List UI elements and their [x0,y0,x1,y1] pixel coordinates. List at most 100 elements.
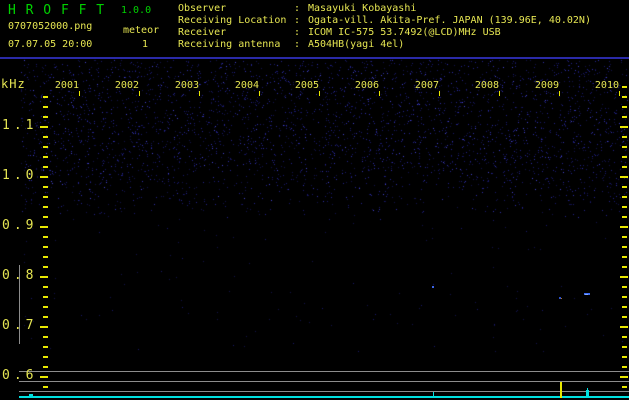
signal-spike [433,392,434,398]
hrofft-screen: H R O F F T 1.0.0 0707052000.png meteor … [0,0,629,400]
y-axis-minor-tick-left [43,206,48,208]
image-count: 1 [142,39,149,50]
x-axis-tick-label: 2002 [114,80,139,91]
x-axis-tick-mark [199,91,200,96]
y-axis-tick-label: 1.1 [2,118,38,133]
y-axis-minor-tick-left [43,96,48,98]
y-axis-minor-tick-left [43,166,48,168]
y-axis-minor-tick-left [43,196,48,198]
y-axis-minor-tick-left [43,356,48,358]
y-axis-minor-tick-right [622,216,627,218]
info-label: Receiving Location [178,15,287,26]
y-axis-minor-tick-left [43,266,48,268]
x-axis-tick-label: 2001 [54,80,79,91]
y-axis-minor-tick-right [622,346,627,348]
y-axis-major-tick-left [40,126,48,128]
y-axis-minor-tick-left [43,346,48,348]
y-axis-minor-tick-left [43,336,48,338]
y-axis-minor-tick-left [43,186,48,188]
signal-spike [587,388,588,398]
x-axis-tick-mark [499,91,500,96]
info-value: A504HB(yagi 4el) [308,39,405,50]
khz-axis-label: kHz [1,77,26,91]
x-axis-tick-label: 2003 [174,80,199,91]
y-axis-major-tick-right [620,226,628,228]
y-axis-major-tick-right [620,376,628,378]
y-axis-minor-tick-left [43,306,48,308]
y-axis-minor-tick-left [43,286,48,288]
station-info-row-observer: Observer: Masayuki Kobayashi [178,3,591,15]
y-axis-minor-tick-right [622,166,627,168]
y-axis-minor-tick-right [622,256,627,258]
x-axis-tick-mark [379,91,380,96]
info-label: Receiving antenna [178,39,281,50]
info-separator: : [294,27,301,38]
x-axis-tick-mark [619,91,620,96]
y-axis-major-tick-left [40,326,48,328]
mode-label: meteor [123,25,160,36]
y-axis-minor-tick-right [622,266,627,268]
y-axis-minor-tick-right [622,116,627,118]
y-axis-minor-tick-right [622,286,627,288]
y-axis-major-tick-right [620,126,628,128]
x-axis-tick-mark [139,91,140,96]
y-axis-major-tick-left [40,226,48,228]
y-axis-minor-tick-right [622,236,627,238]
app-title: H R O F F T [8,3,106,18]
y-axis-minor-tick-left [43,216,48,218]
y-axis-minor-tick-left [43,136,48,138]
output-filename: 0707052000.png [8,21,93,32]
y-axis-minor-tick-right [622,186,627,188]
x-axis-tick-label: 2009 [534,80,559,91]
y-axis-minor-tick-right [622,146,627,148]
y-axis-tick-label: 0.7 [2,318,38,333]
x-axis-tick-label: 2007 [414,80,439,91]
y-axis-minor-tick-left [43,256,48,258]
x-axis-tick-mark [439,91,440,96]
y-axis-minor-tick-left [43,366,48,368]
x-axis-tick-label: 2006 [354,80,379,91]
y-axis-minor-tick-right [622,296,627,298]
signal-spike [560,382,562,398]
x-axis-tick-mark [259,91,260,96]
info-value: ICOM IC-575 53.7492(@LCD)MHz USB [308,27,501,38]
y-axis-minor-tick-right [622,366,627,368]
y-axis-minor-tick-left [43,156,48,158]
x-axis-tick-label: 2004 [234,80,259,91]
y-axis-minor-tick-left [43,236,48,238]
y-axis-minor-tick-left [43,146,48,148]
app-version: 1.0.0 [121,5,152,16]
observation-datetime: 07.07.05 20:00 [8,39,93,50]
y-axis-tick-label: 0.9 [2,218,38,233]
y-axis-minor-tick-right [622,386,627,388]
y-axis-tick-label: 0.6 [2,368,38,383]
info-value: Masayuki Kobayashi [308,3,417,14]
info-separator: : [294,15,301,26]
y-axis-minor-tick-left [43,296,48,298]
station-info-row-receiver: Receiver: ICOM IC-575 53.7492(@LCD)MHz US… [178,27,591,39]
info-value: Ogata-vill. Akita-Pref. JAPAN (139.96E, … [308,15,591,26]
meteor-echo [432,286,434,288]
y-axis-minor-tick-right [622,306,627,308]
x-axis-tick-label: 2010 [594,80,619,91]
y-axis-minor-tick-left [43,316,48,318]
level-gridline [19,381,629,382]
station-info: Observer: Masayuki Kobayashi Receiving Lo… [178,3,591,51]
y-axis-major-tick-left [40,376,48,378]
signal-baseline [19,396,629,398]
meteor-echo [561,298,562,299]
y-axis-minor-tick-right [622,106,627,108]
meteor-echo [585,294,588,295]
x-axis-tick-mark [79,91,80,96]
station-info-row-location: Receiving Location: Ogata-vill. Akita-Pre… [178,15,591,27]
y-axis-minor-tick-right [622,246,627,248]
x-axis-tick-label: 2005 [294,80,319,91]
y-axis-minor-tick-right [622,96,627,98]
y-axis-major-tick-right [620,326,628,328]
y-axis-minor-tick-right [622,196,627,198]
y-axis-minor-tick-right [622,356,627,358]
x-axis-tick-label: 2008 [474,80,499,91]
info-label: Observer [178,3,227,14]
info-label: Receiver [178,27,227,38]
y-axis-major-tick-left [40,176,48,178]
